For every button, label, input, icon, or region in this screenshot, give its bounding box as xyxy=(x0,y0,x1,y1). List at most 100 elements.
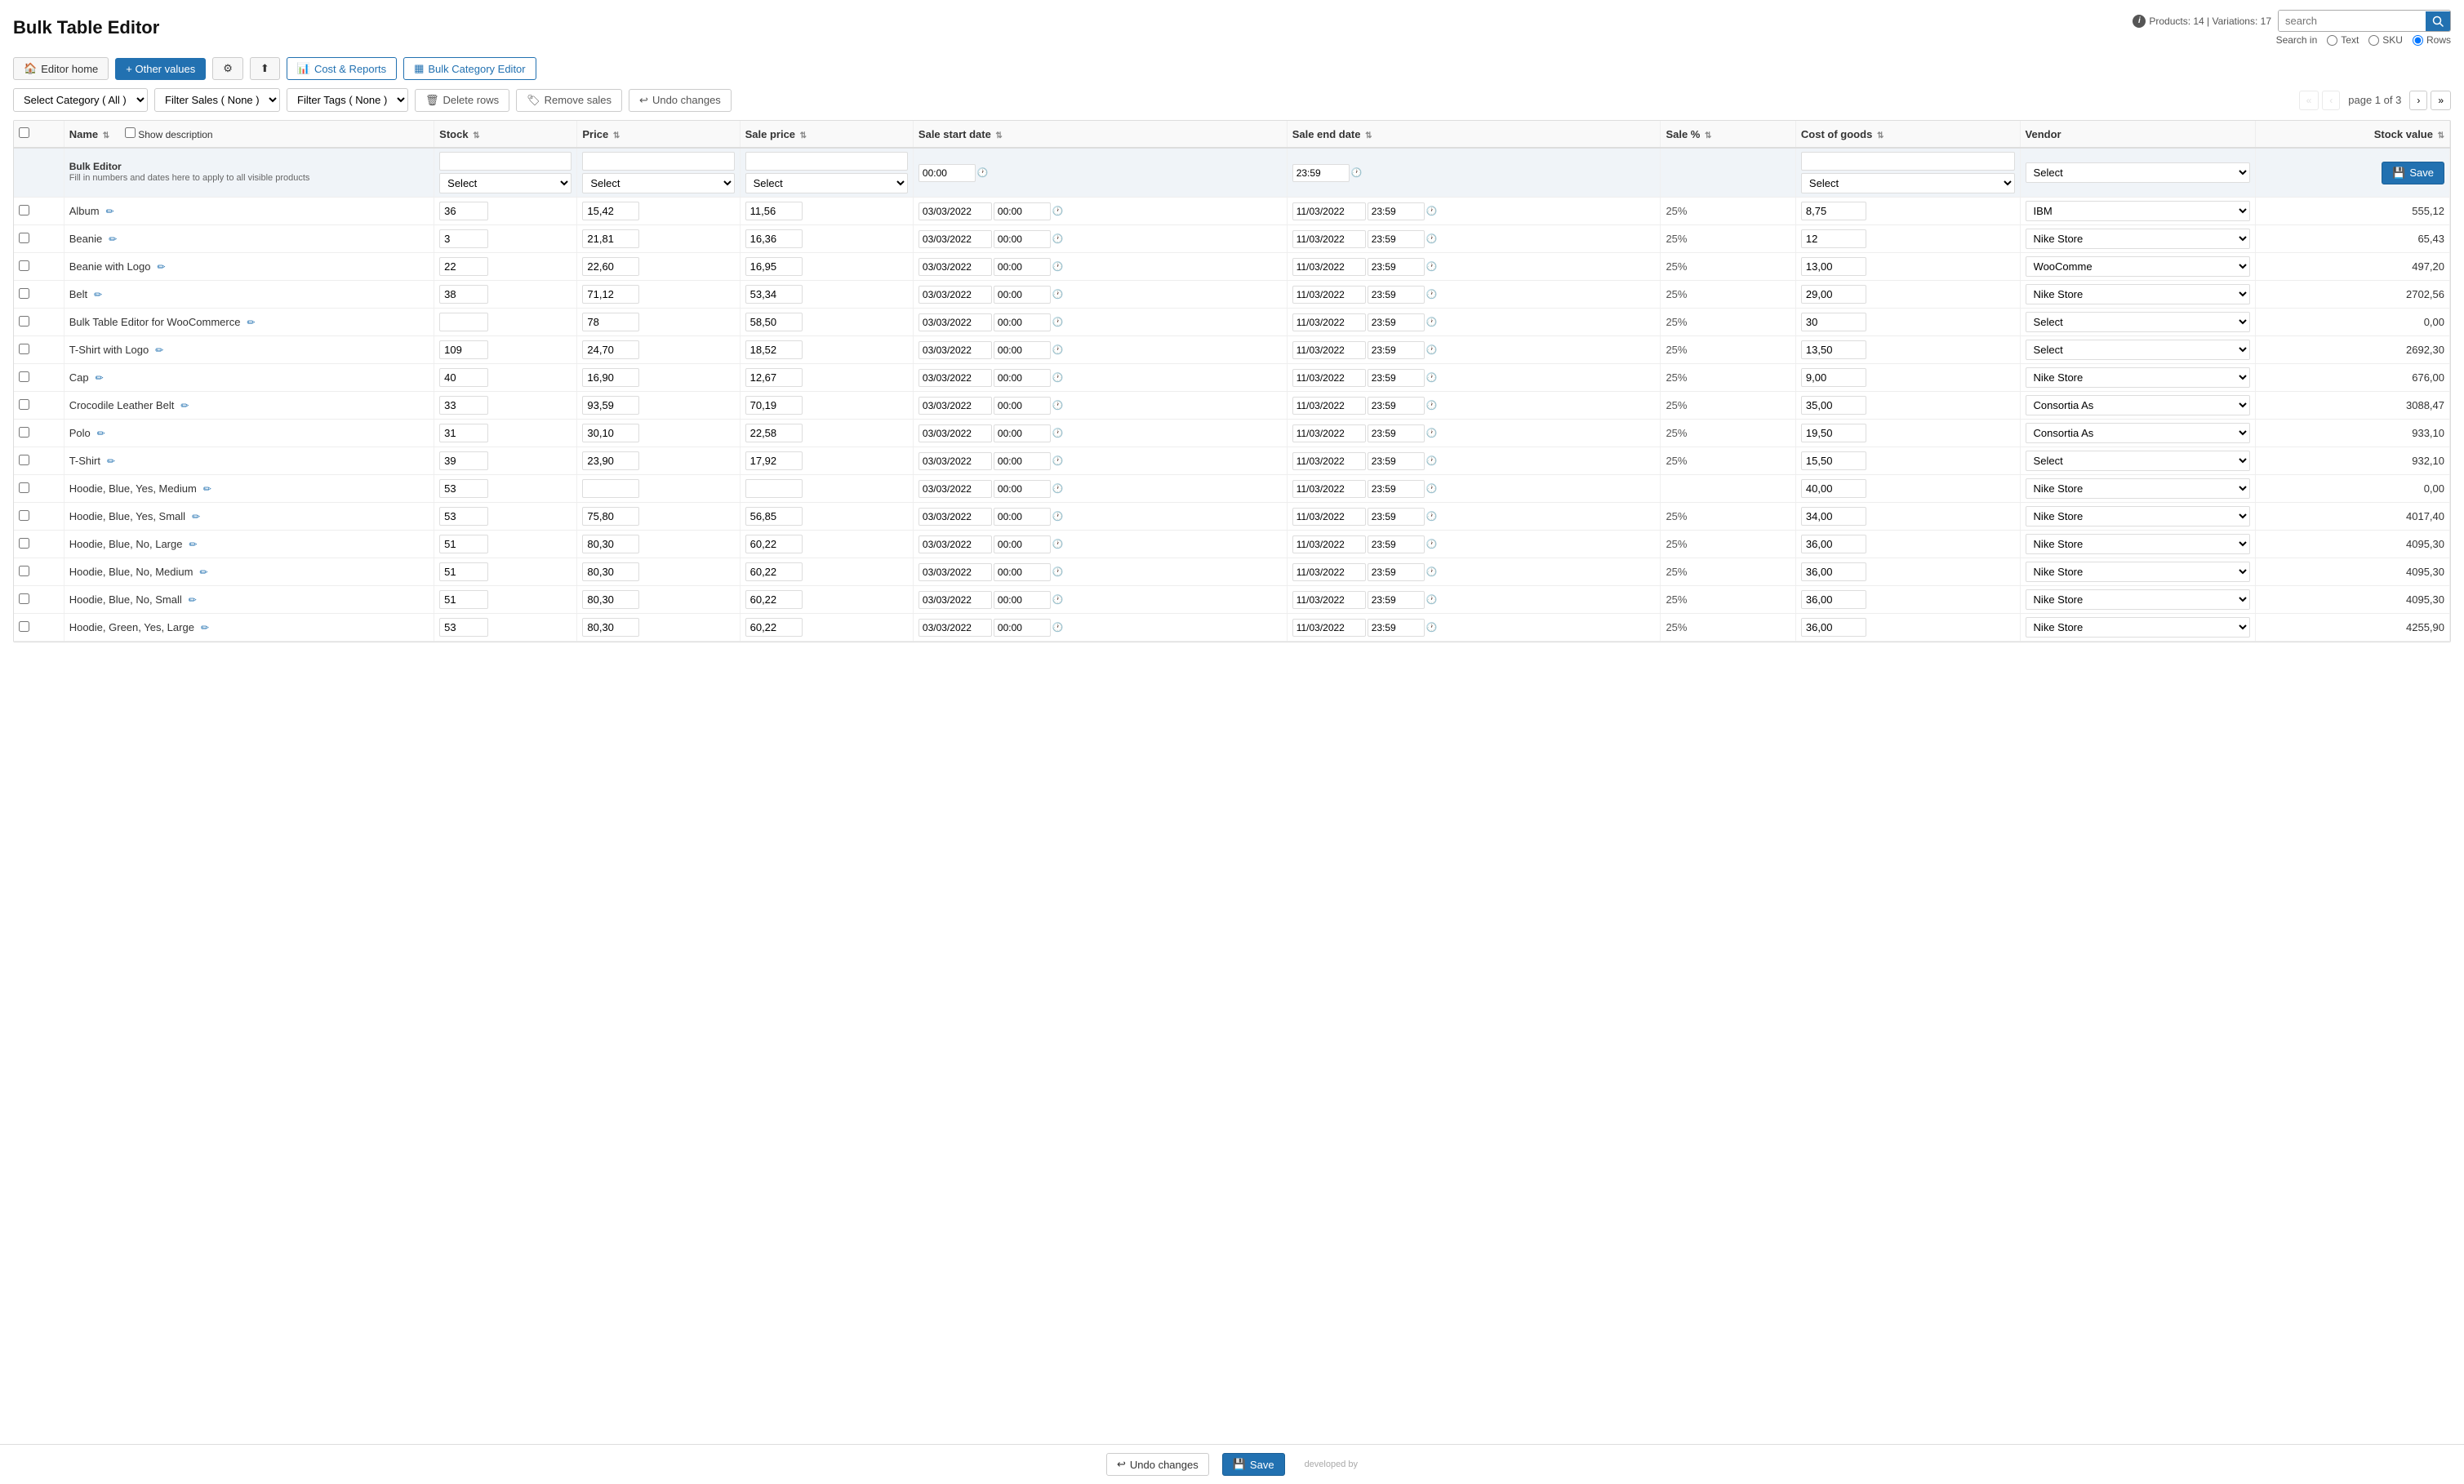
sale-price-input[interactable] xyxy=(745,257,803,276)
cost-input[interactable] xyxy=(1801,257,1866,276)
settings-button[interactable]: ⚙ xyxy=(212,57,243,80)
price-input[interactable] xyxy=(582,424,639,442)
row-checkbox[interactable] xyxy=(19,205,29,215)
sale-end-date[interactable] xyxy=(1292,258,1366,276)
sale-end-date[interactable] xyxy=(1292,202,1366,220)
clock-icon[interactable]: 🕐 xyxy=(1052,261,1064,272)
sale-end-time[interactable] xyxy=(1368,313,1425,331)
vendor-select[interactable]: Nike Store IBM Nike Store WooCommerce Co… xyxy=(2026,617,2250,638)
edit-icon[interactable]: ✏ xyxy=(189,539,197,550)
sale-end-time[interactable] xyxy=(1368,591,1425,609)
clock-icon-end[interactable]: 🕐 xyxy=(1426,428,1438,438)
price-input[interactable] xyxy=(582,618,639,637)
cost-input[interactable] xyxy=(1801,424,1866,442)
clock-icon[interactable]: 🕐 xyxy=(1052,344,1064,355)
row-checkbox[interactable] xyxy=(19,566,29,576)
sale-price-input[interactable] xyxy=(745,202,803,220)
sale-end-time[interactable] xyxy=(1368,480,1425,498)
vendor-select[interactable]: Nike Store IBM Nike Store WooCommerce Co… xyxy=(2026,506,2250,527)
clock-icon-end[interactable]: 🕐 xyxy=(1426,261,1438,272)
edit-icon[interactable]: ✏ xyxy=(203,483,211,495)
price-input[interactable] xyxy=(582,368,639,387)
cost-input[interactable] xyxy=(1801,285,1866,304)
sale-start-date[interactable] xyxy=(918,230,992,248)
sale-start-time[interactable] xyxy=(994,202,1051,220)
sale-end-date[interactable] xyxy=(1292,563,1366,581)
sale-price-input[interactable] xyxy=(745,229,803,248)
sale-end-time[interactable] xyxy=(1368,452,1425,470)
editor-home-button[interactable]: 🏠 Editor home xyxy=(13,57,109,80)
sale-start-time[interactable] xyxy=(994,619,1051,637)
cost-input[interactable] xyxy=(1801,202,1866,220)
clock-icon-end[interactable]: 🕐 xyxy=(1426,622,1438,633)
clock-icon[interactable]: 🕐 xyxy=(977,167,989,178)
bulk-stock-input[interactable] xyxy=(439,152,572,171)
sale-start-date[interactable] xyxy=(918,369,992,387)
stock-input[interactable] xyxy=(439,313,488,331)
price-input[interactable] xyxy=(582,313,639,331)
import-button[interactable]: ⬆ xyxy=(250,57,280,80)
row-checkbox[interactable] xyxy=(19,399,29,410)
row-checkbox[interactable] xyxy=(19,260,29,271)
clock-icon[interactable]: 🕐 xyxy=(1052,622,1064,633)
first-page-button[interactable]: « xyxy=(2299,91,2319,110)
sale-end-date[interactable] xyxy=(1292,424,1366,442)
price-input[interactable] xyxy=(582,479,639,498)
sale-start-time[interactable] xyxy=(994,258,1051,276)
sale-start-date[interactable] xyxy=(918,313,992,331)
clock-icon[interactable]: 🕐 xyxy=(1052,289,1064,300)
sale-end-time[interactable] xyxy=(1368,619,1425,637)
sale-end-time[interactable] xyxy=(1368,258,1425,276)
sale-pct-column-header[interactable]: Sale % ⇅ xyxy=(1661,121,1795,148)
clock-icon[interactable]: 🕐 xyxy=(1052,594,1064,605)
sale-end-date[interactable] xyxy=(1292,452,1366,470)
row-checkbox[interactable] xyxy=(19,427,29,438)
sale-start-date[interactable] xyxy=(918,341,992,359)
price-input[interactable] xyxy=(582,451,639,470)
cost-input[interactable] xyxy=(1801,313,1866,331)
other-values-button[interactable]: + Other values xyxy=(115,58,206,80)
sale-end-date[interactable] xyxy=(1292,230,1366,248)
vendor-select[interactable]: Nike Store IBM Nike Store WooCommerce Co… xyxy=(2026,284,2250,304)
row-checkbox[interactable] xyxy=(19,482,29,493)
clock-icon[interactable]: 🕐 xyxy=(1052,206,1064,216)
stock-input[interactable] xyxy=(439,479,488,498)
sale-start-date[interactable] xyxy=(918,286,992,304)
bulk-category-button[interactable]: ▦ Bulk Category Editor xyxy=(403,57,536,80)
sale-start-date[interactable] xyxy=(918,397,992,415)
sale-start-time[interactable] xyxy=(994,369,1051,387)
bulk-sale-start-time[interactable] xyxy=(918,164,976,182)
clock-icon[interactable]: 🕐 xyxy=(1052,233,1064,244)
bulk-cost-input[interactable] xyxy=(1801,152,2015,171)
clock-icon-end[interactable]: 🕐 xyxy=(1426,289,1438,300)
show-description-checkbox[interactable] xyxy=(125,127,136,138)
edit-icon[interactable]: ✏ xyxy=(109,233,117,245)
sale-start-date[interactable] xyxy=(918,591,992,609)
stock-input[interactable] xyxy=(439,451,488,470)
sales-filter[interactable]: Filter Sales ( None ) xyxy=(154,88,280,112)
sale-price-input[interactable] xyxy=(745,590,803,609)
sale-start-date[interactable] xyxy=(918,258,992,276)
stock-input[interactable] xyxy=(439,562,488,581)
cost-input[interactable] xyxy=(1801,479,1866,498)
clock-icon-end[interactable]: 🕐 xyxy=(1426,344,1438,355)
stock-input[interactable] xyxy=(439,424,488,442)
sale-start-time[interactable] xyxy=(994,535,1051,553)
row-checkbox[interactable] xyxy=(19,593,29,604)
sale-end-date[interactable] xyxy=(1292,286,1366,304)
sale-end-time[interactable] xyxy=(1368,535,1425,553)
next-page-button[interactable]: › xyxy=(2409,91,2427,110)
bottom-save-button[interactable]: 💾 Save xyxy=(1222,1453,1285,1476)
vendor-select[interactable]: Select IBM Nike Store WooCommerce Consor… xyxy=(2026,312,2250,332)
cost-input[interactable] xyxy=(1801,368,1866,387)
sale-start-date[interactable] xyxy=(918,535,992,553)
row-checkbox[interactable] xyxy=(19,371,29,382)
clock-icon[interactable]: 🕐 xyxy=(1052,400,1064,411)
bulk-vendor-select[interactable]: Select xyxy=(2026,162,2250,183)
clock-icon-end[interactable]: 🕐 xyxy=(1426,483,1438,494)
bulk-sale-price-select[interactable]: Select xyxy=(745,173,908,193)
vendor-select[interactable]: Nike Store IBM Nike Store WooCommerce Co… xyxy=(2026,478,2250,499)
vendor-select[interactable]: Select IBM Nike Store WooCommerce Consor… xyxy=(2026,340,2250,360)
sale-start-date[interactable] xyxy=(918,424,992,442)
sale-end-time[interactable] xyxy=(1368,369,1425,387)
